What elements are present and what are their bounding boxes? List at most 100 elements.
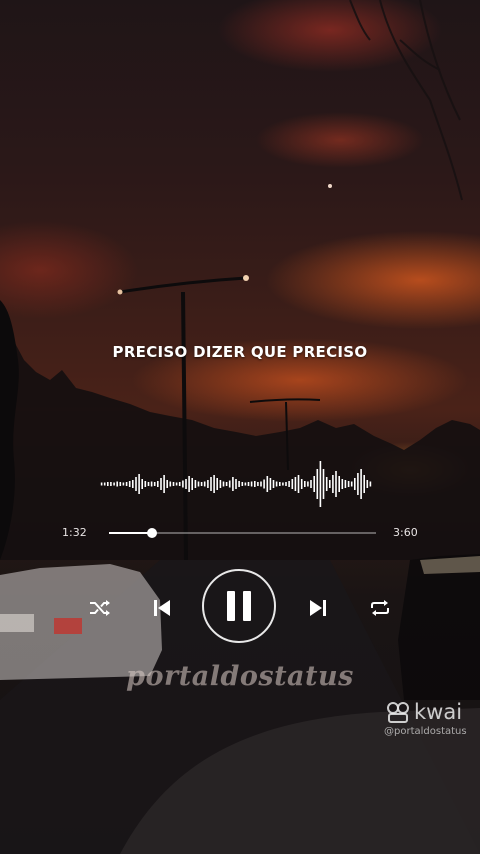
waveform-bar xyxy=(185,479,187,489)
waveform-bar xyxy=(110,482,112,486)
progress-knob[interactable] xyxy=(146,528,157,538)
total-time: 3:60 xyxy=(393,526,418,539)
waveform-bar xyxy=(163,475,165,493)
repeat-button[interactable] xyxy=(367,595,393,621)
waveform-bar xyxy=(319,461,322,507)
car-plate xyxy=(0,614,34,632)
waveform-bar xyxy=(288,481,290,487)
waveform-bar xyxy=(147,482,150,486)
waveform-bar xyxy=(300,479,303,489)
audio-waveform xyxy=(100,461,372,507)
progress-fill xyxy=(109,532,152,534)
waveform-bar xyxy=(366,480,369,488)
kwai-logo: kwai xyxy=(386,700,462,724)
waveform-bar xyxy=(169,481,172,487)
waveform-bar xyxy=(203,481,206,487)
waveform-bar xyxy=(275,481,278,487)
skip-previous-icon xyxy=(154,600,170,616)
waveform-bar xyxy=(329,480,331,488)
lyric-line: PRECISO DIZER QUE PRECISO xyxy=(112,343,368,361)
kwai-logo-icon xyxy=(387,702,409,723)
waveform-bar xyxy=(157,481,159,487)
current-time: 1:32 xyxy=(62,526,87,539)
waveform-bar xyxy=(207,480,209,488)
waveform-bar xyxy=(307,481,309,487)
waveform-bar xyxy=(232,477,234,491)
waveform-bar xyxy=(282,482,284,486)
waveform-bar xyxy=(241,482,244,486)
waveform-bar xyxy=(279,482,281,486)
waveform-bar xyxy=(128,481,131,487)
waveform-bar xyxy=(254,481,256,487)
waveform-bar xyxy=(322,469,325,499)
waveform-bar xyxy=(132,480,134,488)
waveform-bar xyxy=(294,477,297,491)
waveform-bar xyxy=(125,482,128,486)
waveform-bar xyxy=(210,477,212,491)
lamp-light xyxy=(243,275,249,281)
shuffle-icon xyxy=(90,600,110,616)
waveform-bar xyxy=(260,481,262,487)
waveform-bar xyxy=(144,481,147,487)
waveform-bar xyxy=(263,479,265,489)
previous-button[interactable] xyxy=(150,596,174,620)
waveform-bar xyxy=(350,481,353,487)
waveform-bar xyxy=(119,482,122,486)
waveform-bar xyxy=(228,480,231,488)
waveform-bar xyxy=(341,479,344,489)
waveform-bar xyxy=(363,475,365,493)
lamp-arm xyxy=(249,398,321,403)
car-taillight xyxy=(54,618,82,634)
waveform-bar xyxy=(222,481,225,487)
skip-next-icon xyxy=(310,600,326,616)
waveform-bar xyxy=(297,475,300,493)
waveform-bar xyxy=(285,482,287,486)
repeat-icon xyxy=(371,600,389,616)
waveform-bar xyxy=(250,481,253,487)
waveform-bar xyxy=(116,481,118,487)
waveform-bar xyxy=(175,482,178,486)
kwai-logo-text: kwai xyxy=(414,700,463,724)
waveform-bar xyxy=(360,469,362,499)
shuffle-button[interactable] xyxy=(88,596,112,620)
lamp-arm xyxy=(119,276,247,294)
waveform-bar xyxy=(369,481,372,487)
waveform-bar xyxy=(325,477,328,491)
waveform-bar xyxy=(238,481,240,487)
waveform-bar xyxy=(272,480,275,488)
waveform-bar xyxy=(219,480,222,488)
waveform-bar xyxy=(103,482,106,486)
waveform-bar xyxy=(178,482,181,486)
video-frame: PRECISO DIZER QUE PRECISO 1:32 3:60 port… xyxy=(0,0,480,854)
waveform-bar xyxy=(316,469,319,499)
waveform-bar xyxy=(191,478,193,490)
waveform-bar xyxy=(172,482,175,486)
lamp-light xyxy=(117,289,123,295)
waveform-bar xyxy=(200,482,203,486)
next-button[interactable] xyxy=(306,596,330,620)
waveform-bar xyxy=(344,480,347,488)
waveform-bar xyxy=(354,478,356,490)
waveform-bar xyxy=(160,478,162,490)
waveform-bar xyxy=(347,481,350,487)
waveform-bar xyxy=(304,481,306,487)
waveform-bar xyxy=(182,480,184,488)
waveform-bar xyxy=(153,482,156,486)
waveform-bar xyxy=(357,473,359,495)
waveform-bar xyxy=(310,480,312,488)
waveform-bar xyxy=(266,476,269,492)
waveform-bar xyxy=(141,479,143,489)
kwai-handle: @portaldostatus xyxy=(384,726,467,737)
waveform-bar xyxy=(247,482,250,486)
waveform-bar xyxy=(213,475,215,493)
pause-button[interactable] xyxy=(202,569,276,643)
waveform-bar xyxy=(194,480,197,488)
waveform-bar xyxy=(197,481,200,487)
waveform-bar xyxy=(135,477,137,491)
waveform-bar xyxy=(122,482,125,486)
waveform-bar xyxy=(335,471,337,497)
waveform-bar xyxy=(107,482,109,486)
waveform-bar xyxy=(269,478,272,490)
waveform-bar xyxy=(138,474,140,494)
waveform-bar xyxy=(313,476,315,492)
